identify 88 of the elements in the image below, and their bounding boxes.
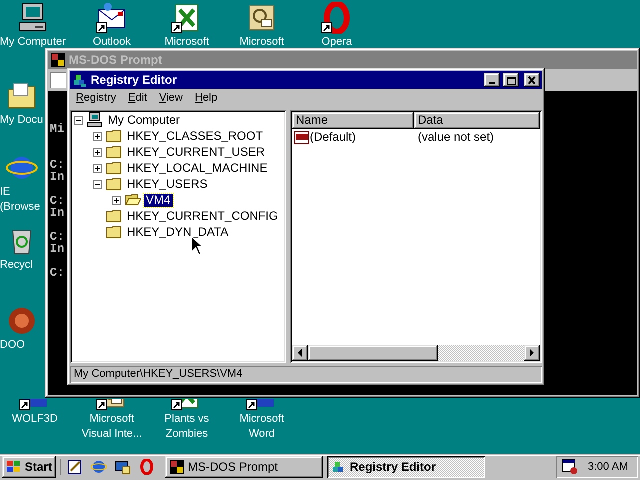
notepad-icon[interactable] <box>67 459 83 475</box>
folder-icon <box>106 225 122 239</box>
expand-icon[interactable] <box>112 196 121 204</box>
scroll-thumb[interactable] <box>308 345 438 361</box>
collapse-icon[interactable] <box>93 180 102 188</box>
close-button[interactable] <box>524 73 540 87</box>
calendar-clock-icon[interactable] <box>562 459 578 475</box>
horizontal-scrollbar[interactable] <box>292 345 540 361</box>
status-bar: My Computer\HKEY_USERS\VM4 <box>70 366 542 383</box>
tree-item[interactable]: HKEY_CURRENT_CONFIG <box>125 210 280 222</box>
menu-item[interactable]: Help <box>188 91 224 107</box>
folder-icon <box>106 129 122 143</box>
minimize-button[interactable] <box>484 73 500 87</box>
window-title: Registry Editor <box>91 74 178 86</box>
console-text: In <box>50 243 64 255</box>
ms-dos-icon <box>169 459 185 475</box>
left-arrow-icon <box>298 349 302 357</box>
icon-label[interactable]: Visual Inte... <box>82 428 142 441</box>
maximize-button[interactable] <box>503 73 519 87</box>
registry-icon[interactable] <box>72 72 88 88</box>
icon-label[interactable]: WOLF3D <box>12 413 58 426</box>
value-name[interactable]: (Default) <box>310 131 356 144</box>
expand-icon[interactable] <box>93 148 102 156</box>
minimize-icon <box>489 82 495 84</box>
font-size-field[interactable] <box>50 72 66 88</box>
tree-item[interactable]: HKEY_USERS <box>125 178 210 190</box>
open-folder-icon <box>125 193 141 207</box>
icon-label[interactable]: My Docu <box>0 114 44 127</box>
scroll-left-button[interactable] <box>292 345 308 361</box>
maximize-icon <box>506 76 516 84</box>
string-value-icon <box>294 130 310 144</box>
tree-item[interactable]: HKEY_DYN_DATA <box>125 226 231 238</box>
tree-item[interactable]: VM4 <box>144 194 173 206</box>
menu-item[interactable]: Registry <box>70 91 122 107</box>
icon-label[interactable]: My Computer <box>0 36 66 49</box>
start-button[interactable]: Start <box>2 456 56 478</box>
collapse-icon[interactable] <box>74 116 83 124</box>
scroll-right-button[interactable] <box>524 345 540 361</box>
console-text: C: <box>50 267 64 279</box>
computer-icon[interactable] <box>17 2 49 34</box>
folder-icon <box>106 145 122 159</box>
icon-label[interactable]: Zombies <box>166 428 208 441</box>
clock[interactable]: 3:00 AM <box>588 460 628 474</box>
menu-item[interactable]: Edit <box>122 91 154 107</box>
globe-icon[interactable] <box>91 459 107 475</box>
column-header[interactable]: Data <box>414 112 540 129</box>
value-data: (value not set) <box>417 131 494 144</box>
icon-label[interactable]: Microsoft <box>240 36 284 49</box>
tree-item[interactable]: HKEY_CURRENT_USER <box>125 146 268 158</box>
icon-label[interactable]: Word <box>248 428 276 441</box>
windows-logo-icon <box>6 460 22 474</box>
icon-label[interactable]: Microsoft <box>90 413 134 426</box>
tree-item[interactable]: My Computer <box>106 114 182 126</box>
menu-item[interactable]: View <box>153 91 189 107</box>
tree-item[interactable]: HKEY_CLASSES_ROOT <box>125 130 266 142</box>
taskbar-button[interactable]: Registry Editor <box>327 456 485 478</box>
envelope-shortcut-icon[interactable] <box>96 2 128 34</box>
icon-label[interactable]: (Browse <box>0 201 40 214</box>
expand-icon[interactable] <box>93 132 102 140</box>
icon-label[interactable]: IE <box>0 186 10 199</box>
desktop-icon[interactable] <box>115 459 131 475</box>
ring-shortcut-icon[interactable] <box>321 2 353 34</box>
close-icon <box>527 76 537 84</box>
expand-icon[interactable] <box>93 164 102 172</box>
right-arrow-icon <box>530 349 534 357</box>
console-text: Mi <box>50 123 64 135</box>
icon-label[interactable]: Recycl <box>0 259 34 272</box>
icon-label[interactable]: DOO <box>0 339 26 352</box>
console-text: In <box>50 171 64 183</box>
folder-icon <box>106 209 122 223</box>
console-text: C: <box>50 159 64 171</box>
console-text: C: <box>50 195 64 207</box>
icon-label[interactable]: Opera <box>322 36 352 49</box>
tree-item[interactable]: HKEY_LOCAL_MACHINE <box>125 162 270 174</box>
computer-icon <box>87 112 103 128</box>
console-text: C: <box>50 231 64 243</box>
taskbar-button[interactable]: MS-DOS Prompt <box>165 456 323 478</box>
icon-label[interactable]: Microsoft <box>164 36 210 49</box>
ring-icon[interactable] <box>139 459 155 475</box>
folder-icon <box>106 161 122 175</box>
console-text: In <box>50 207 64 219</box>
icon-label[interactable]: Outlook <box>93 36 131 49</box>
ms-dos-icon[interactable] <box>50 52 66 68</box>
window-title: MS-DOS Prompt <box>69 54 164 66</box>
folder-icon <box>106 177 122 191</box>
column-header[interactable]: Name <box>292 112 414 129</box>
icon-label[interactable]: Microsoft <box>240 413 284 426</box>
icon-label[interactable]: Plants vs <box>164 413 210 426</box>
